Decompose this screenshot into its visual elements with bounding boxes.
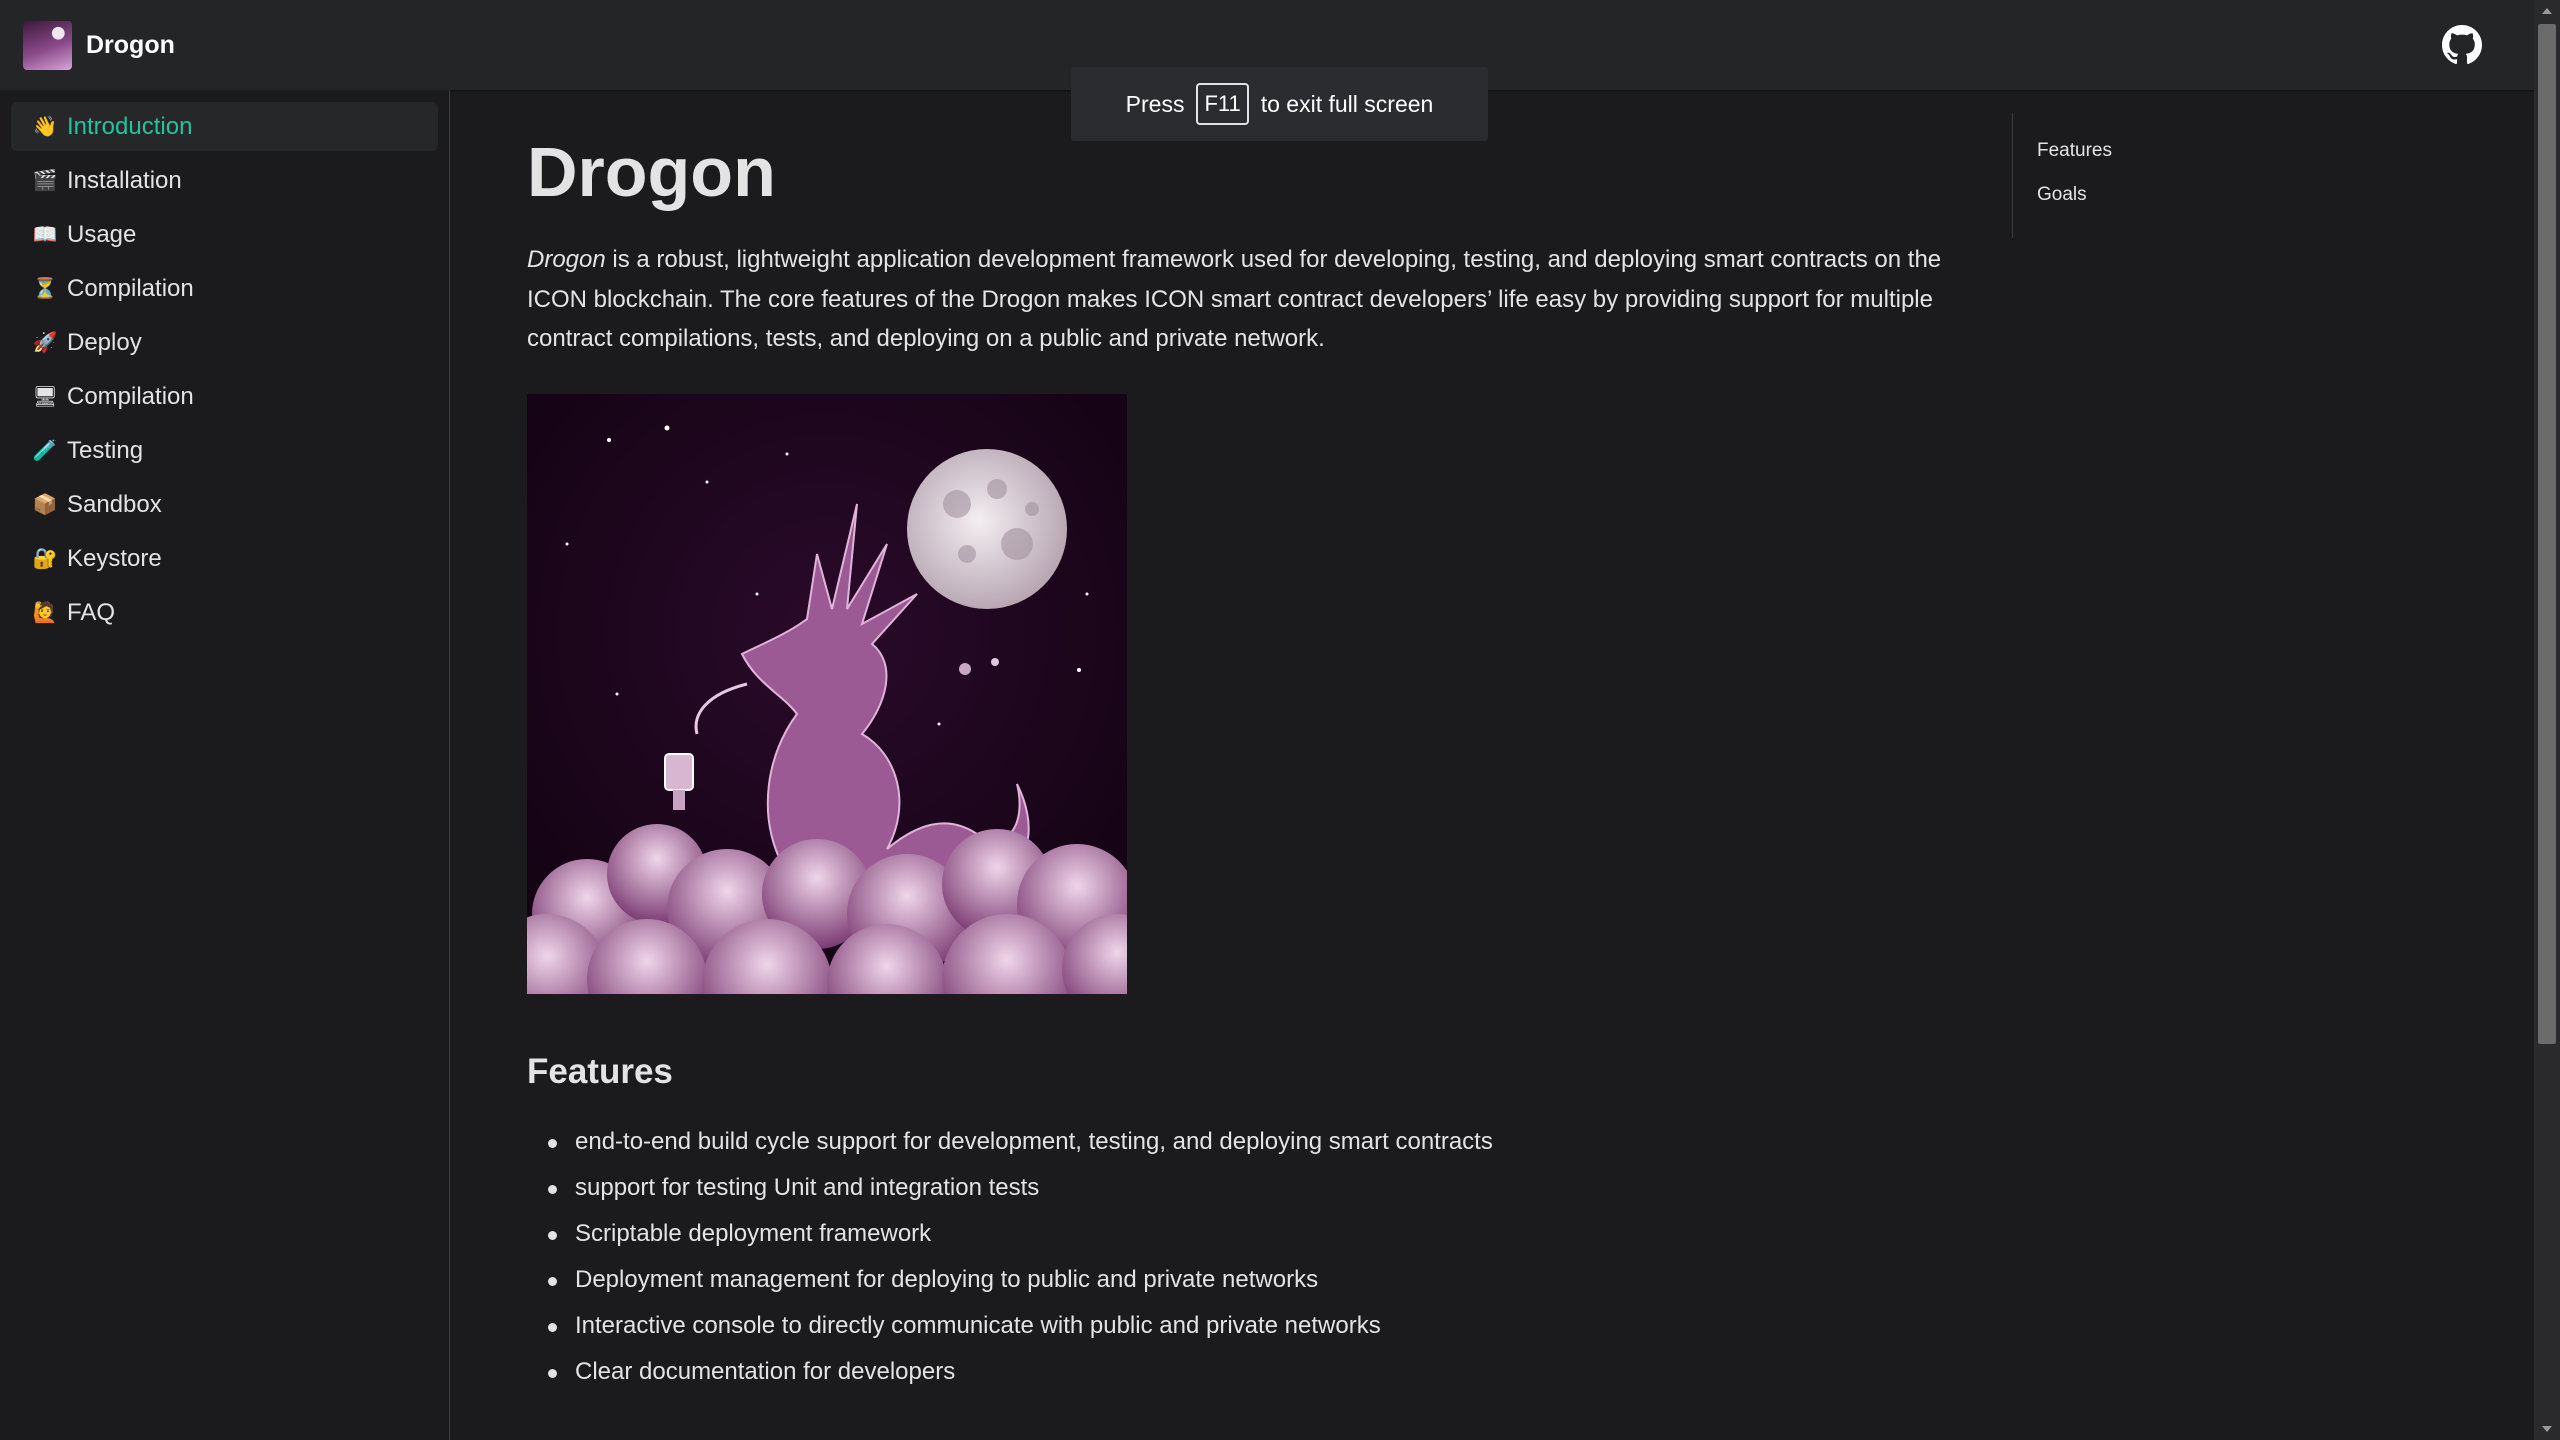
sidebar-item-label: Installation — [67, 166, 182, 194]
waving-hand-icon: 👋 — [32, 116, 58, 138]
brand-link[interactable]: Drogon — [23, 20, 175, 70]
raising-hand-icon: 🙋 — [32, 602, 58, 624]
sidebar-item-label: FAQ — [67, 598, 116, 626]
package-box-icon: 📦 — [32, 494, 58, 516]
scroll-up-arrow-icon[interactable] — [2542, 8, 2552, 14]
table-of-contents: Features Goals — [2012, 113, 2312, 238]
main-content: Drogon Drogon is a robust, lightweight a… — [527, 90, 1957, 1395]
sidebar-item-sandbox[interactable]: 📦 Sandbox — [11, 480, 438, 529]
intro-paragraph: Drogon is a robust, lightweight applicat… — [527, 240, 1957, 359]
list-item: support for testing Unit and integration… — [548, 1165, 1957, 1211]
sidebar-item-label: Deploy — [67, 328, 142, 356]
sidebar-item-introduction[interactable]: 👋 Introduction — [11, 102, 438, 151]
sidebar-item-label: Keystore — [67, 544, 162, 572]
scrollbar-thumb[interactable] — [2538, 24, 2556, 1044]
toast-suffix: to exit full screen — [1260, 90, 1434, 117]
site-title[interactable]: Drogon — [86, 31, 175, 60]
toc-link-features[interactable]: Features — [2037, 140, 2312, 184]
scroll-down-arrow-icon[interactable] — [2542, 1426, 2552, 1432]
features-list: end-to-end build cycle support for devel… — [527, 1119, 1957, 1395]
clapperboard-icon: 🎬 — [32, 170, 58, 192]
sidebar-item-label: Testing — [67, 436, 144, 464]
sidebar-item-label: Usage — [67, 220, 137, 248]
sidebar-item-testing[interactable]: 🧪 Testing — [11, 426, 438, 475]
desktop-computer-icon: 🖥 — [32, 386, 58, 408]
drogon-hero-image — [527, 393, 1127, 994]
sidebar-item-usage[interactable]: 📖 Usage — [11, 210, 438, 259]
hourglass-icon: ⏳ — [32, 278, 58, 300]
sidebar-item-keystore[interactable]: 🔐 Keystore — [11, 534, 438, 583]
intro-emphasis: Drogon — [527, 246, 606, 273]
rocket-icon: 🚀 — [32, 332, 58, 354]
list-item: Scriptable deployment framework — [548, 1211, 1957, 1257]
toc-link-goals[interactable]: Goals — [2037, 184, 2312, 228]
test-tube-icon: 🧪 — [32, 440, 58, 462]
sidebar-item-installation[interactable]: 🎬 Installation — [11, 156, 438, 205]
page-scrollbar[interactable] — [2534, 0, 2560, 1440]
intro-text: is a robust, lightweight application dev… — [527, 246, 1942, 352]
github-icon[interactable] — [2442, 25, 2482, 65]
toast-prefix: Press — [1125, 90, 1185, 117]
open-book-icon: 📖 — [32, 224, 58, 246]
sidebar-item-label: Compilation — [67, 382, 194, 410]
sidebar: 👋 Introduction 🎬 Installation 📖 Usage ⏳ … — [0, 90, 450, 1440]
list-item: Interactive console to directly communic… — [548, 1303, 1957, 1349]
sidebar-item-faq[interactable]: 🙋 FAQ — [11, 588, 438, 637]
sidebar-item-compilation-2[interactable]: 🖥 Compilation — [11, 372, 438, 421]
drogon-logo — [23, 20, 72, 70]
f11-key: F11 — [1196, 83, 1249, 125]
features-heading: Features — [527, 1051, 673, 1091]
list-item: Deployment management for deploying to p… — [548, 1257, 1957, 1303]
sidebar-item-compilation[interactable]: ⏳ Compilation — [11, 264, 438, 313]
list-item: end-to-end build cycle support for devel… — [548, 1119, 1957, 1165]
list-item: Clear documentation for developers — [548, 1349, 1957, 1395]
fullscreen-toast: Press F11 to exit full screen — [1071, 67, 1488, 141]
sidebar-item-deploy[interactable]: 🚀 Deploy — [11, 318, 438, 367]
sidebar-item-label: Compilation — [67, 274, 194, 302]
sidebar-item-label: Sandbox — [67, 490, 162, 518]
lock-with-key-icon: 🔐 — [32, 548, 58, 570]
sidebar-item-label: Introduction — [67, 112, 193, 140]
